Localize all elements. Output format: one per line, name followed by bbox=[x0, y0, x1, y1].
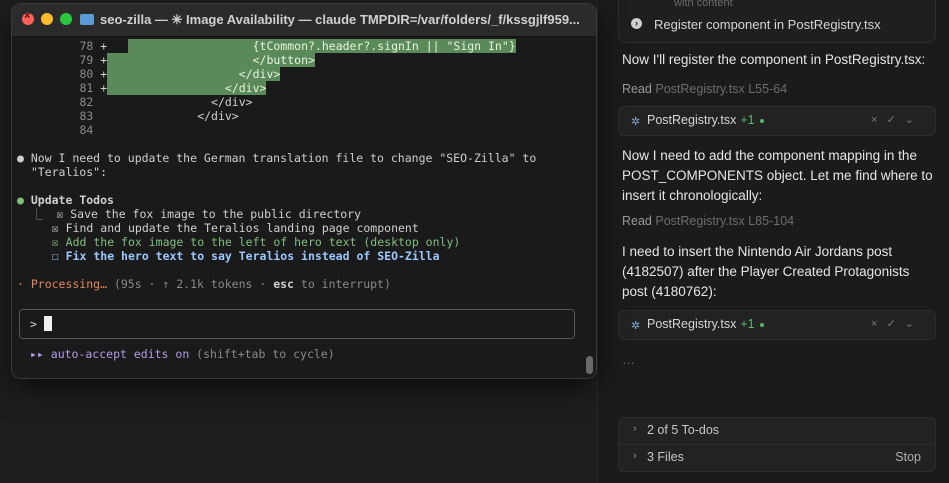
todo-item: ☒ Add the fox image to the left of hero … bbox=[51, 235, 461, 249]
prompt-input[interactable]: > bbox=[19, 309, 575, 339]
assistant-message: Now I'll register the component in PostR… bbox=[622, 52, 926, 67]
diff-line: 80 + </div> bbox=[79, 67, 281, 81]
loading-ellipsis: … bbox=[622, 352, 635, 367]
todo-hint: with content bbox=[674, 0, 733, 9]
arrow-right-icon: › bbox=[631, 18, 642, 29]
files-summary-row[interactable]: › 3 Files Stop bbox=[618, 445, 936, 472]
todo-item-active: ☐ Fix the hero text to say Teralios inst… bbox=[51, 249, 440, 263]
chevron-right-icon: › bbox=[633, 450, 637, 462]
zoom-window-button[interactable] bbox=[60, 13, 72, 25]
prompt-symbol: > bbox=[30, 317, 37, 331]
assistant-message: Now I need to add the component mapping … bbox=[622, 148, 933, 203]
chevron-right-icon: › bbox=[633, 423, 637, 435]
diff-line: 83 </div> bbox=[79, 109, 239, 123]
file-actions[interactable]: ×✓⌄ bbox=[871, 113, 923, 126]
assistant-message: I need to insert the Nintendo Air Jordan… bbox=[622, 244, 910, 299]
auto-accept-status: ▸▸ auto-accept edits on (shift+tab to cy… bbox=[30, 347, 335, 361]
assistant-message: "Teralios": bbox=[17, 165, 108, 179]
terminal-window: seo-zilla — ✳ Image Availability — claud… bbox=[11, 3, 597, 379]
stop-button[interactable]: Stop bbox=[895, 450, 921, 464]
assistant-message: ● Now I need to update the German transl… bbox=[17, 151, 537, 165]
text-cursor bbox=[44, 316, 52, 331]
read-action: Read PostRegistry.tsx L55-64 bbox=[622, 82, 787, 96]
title-bar: seo-zilla — ✳ Image Availability — claud… bbox=[12, 4, 596, 37]
todo-item: ☒ Find and update the Teralios landing p… bbox=[51, 221, 419, 235]
todos-heading: ● Update Todos bbox=[17, 193, 114, 207]
todos-summary-row[interactable]: › 2 of 5 To-dos bbox=[618, 417, 936, 445]
diff-line: 81 + </div> bbox=[79, 81, 267, 95]
file-edit-chip[interactable]: ✲ PostRegistry.tsx +1 ×✓⌄ bbox=[618, 106, 936, 136]
files-summary-label: 3 Files bbox=[647, 450, 684, 464]
todo-item-card: with content › Register component in Pos… bbox=[618, 0, 936, 43]
file-actions[interactable]: ×✓⌄ bbox=[871, 317, 923, 330]
todos-summary-label: 2 of 5 To-dos bbox=[647, 423, 720, 437]
close-window-button[interactable] bbox=[22, 10, 34, 25]
gear-icon: ✲ bbox=[631, 116, 641, 128]
read-label: Read bbox=[622, 82, 652, 96]
diff-line: 79 + </button> bbox=[79, 53, 315, 67]
read-label: Read bbox=[622, 214, 652, 228]
diff-line: 78 + {tCommon?.header?.signIn || "Sign I… bbox=[79, 39, 516, 53]
window-title: seo-zilla — ✳ Image Availability — claud… bbox=[100, 12, 580, 27]
file-edit-label: PostRegistry.tsx +1 bbox=[647, 113, 764, 127]
file-edit-label: PostRegistry.tsx +1 bbox=[647, 317, 764, 331]
diff-line: 84 bbox=[79, 123, 94, 137]
diff-line: 82 </div> bbox=[79, 95, 253, 109]
minimize-window-button[interactable] bbox=[41, 13, 53, 25]
read-file[interactable]: PostRegistry.tsx L85-104 bbox=[655, 214, 794, 228]
scrollbar[interactable] bbox=[586, 356, 593, 374]
folder-icon bbox=[80, 14, 94, 25]
read-file[interactable]: PostRegistry.tsx L55-64 bbox=[655, 82, 787, 96]
file-edit-chip[interactable]: ✲ PostRegistry.tsx +1 ×✓⌄ bbox=[618, 310, 936, 340]
todo-item: ⎿ ☒ Save the fox image to the public dir… bbox=[31, 207, 362, 221]
read-action: Read PostRegistry.tsx L85-104 bbox=[622, 214, 794, 228]
processing-status: · Processing… (95s · ↑ 2.1k tokens · esc… bbox=[17, 277, 391, 291]
todo-item-label: Register component in PostRegistry.tsx bbox=[654, 17, 881, 32]
chat-panel: with content › Register component in Pos… bbox=[597, 0, 949, 483]
gear-icon: ✲ bbox=[631, 320, 641, 332]
